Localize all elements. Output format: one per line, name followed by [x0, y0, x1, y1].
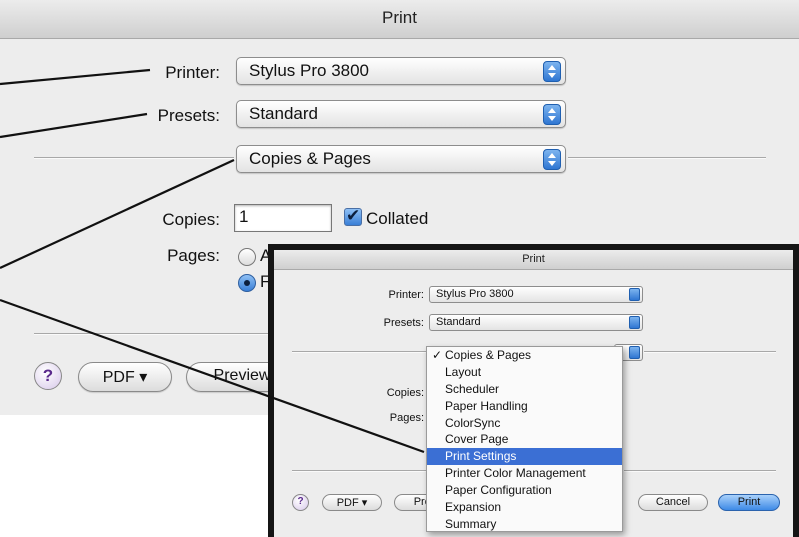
small-help-icon: ?: [297, 496, 304, 507]
title-bar: Print: [0, 0, 799, 39]
small-dialog-title: Print: [522, 253, 545, 265]
small-help-button[interactable]: ?: [292, 494, 309, 511]
presets-popup[interactable]: Standard: [236, 100, 566, 128]
pages-all-radio[interactable]: [238, 248, 256, 266]
popup-arrows-icon: [543, 104, 561, 125]
separator-bottom: [34, 333, 268, 335]
small-printer-value: Stylus Pro 3800: [436, 288, 514, 300]
small-printer-label: Printer:: [388, 289, 424, 301]
collated-checkbox[interactable]: [344, 206, 362, 226]
menu-item-label: ColorSync: [445, 415, 501, 430]
menu-item-layout[interactable]: Layout: [427, 364, 622, 381]
small-separator-bottom: [292, 470, 426, 472]
separator-left: [34, 157, 234, 159]
small-presets-label: Presets:: [383, 317, 424, 329]
small-presets-value: Standard: [436, 316, 481, 328]
collated-label: Collated: [366, 209, 429, 228]
printer-popup[interactable]: Stylus Pro 3800: [236, 57, 566, 85]
small-copies-label: Copies:: [386, 387, 424, 399]
small-printer-popup[interactable]: Stylus Pro 3800: [429, 286, 643, 303]
small-pages-label: Pages:: [389, 412, 424, 424]
small-presets-popup[interactable]: Standard: [429, 314, 643, 331]
popup-arrows-icon: [629, 346, 640, 359]
menu-item-scheduler[interactable]: Scheduler: [427, 381, 622, 398]
menu-item-label: Scheduler: [445, 381, 500, 396]
checkmark-icon: ✓: [432, 348, 443, 362]
copies-label: Copies:: [162, 210, 220, 229]
menu-item-cover-page[interactable]: Cover Page: [427, 431, 622, 448]
menu-item-label: Copies & Pages: [445, 348, 532, 362]
small-cancel-label: Cancel: [655, 496, 691, 508]
small-pdf-button[interactable]: PDF ▾: [322, 494, 382, 511]
small-print-button[interactable]: Print: [718, 494, 780, 511]
menu-item-label: Summary: [445, 516, 497, 531]
pdf-button[interactable]: PDF ▾: [78, 362, 172, 392]
popup-arrows-icon: [543, 61, 561, 82]
copies-value: 1: [239, 207, 249, 226]
help-icon: ?: [42, 366, 54, 385]
presets-label: Presets:: [157, 106, 220, 125]
copies-field[interactable]: 1: [234, 204, 332, 232]
dialog-title: Print: [382, 8, 417, 27]
menu-item-label: Paper Handling: [445, 398, 528, 413]
panel-value: Copies & Pages: [249, 149, 371, 168]
menu-item-label: Print Settings: [445, 449, 517, 464]
menu-item-printer-color-management[interactable]: Printer Color Management: [427, 465, 622, 482]
small-separator-bottom-right: [624, 470, 776, 472]
pages-label: Pages:: [167, 246, 220, 265]
printer-label: Printer:: [165, 63, 220, 82]
menu-item-label: Expansion: [445, 500, 502, 515]
popup-arrows-icon: [543, 149, 561, 170]
menu-item-copies-pages[interactable]: ✓ Copies & Pages: [427, 347, 622, 364]
menu-item-label: Paper Configuration: [445, 483, 552, 498]
presets-value: Standard: [249, 104, 318, 123]
menu-item-expansion[interactable]: Expansion: [427, 499, 622, 516]
small-separator-right: [644, 351, 776, 353]
popup-arrows-icon: [629, 316, 640, 329]
popup-arrows-icon: [629, 288, 640, 301]
print-dialog-small: Print Printer: Stylus Pro 3800 Presets: …: [274, 250, 793, 537]
separator-right: [568, 157, 766, 159]
menu-item-summary[interactable]: Summary: [427, 516, 622, 533]
menu-item-colorsync[interactable]: ColorSync: [427, 415, 622, 432]
printer-value: Stylus Pro 3800: [249, 61, 370, 80]
small-pdf-label: PDF ▾: [336, 497, 368, 509]
menu-item-paper-handling[interactable]: Paper Handling: [427, 398, 622, 415]
menu-item-label: Layout: [445, 364, 482, 379]
menu-item-print-settings[interactable]: Print Settings: [427, 448, 622, 466]
pdf-label: PDF ▾: [102, 369, 148, 386]
panel-popup[interactable]: Copies & Pages: [236, 145, 566, 173]
menu-item-label: Cover Page: [445, 432, 509, 447]
help-button[interactable]: ?: [34, 362, 62, 390]
menu-item-paper-configuration[interactable]: Paper Configuration: [427, 482, 622, 499]
menu-item-label: Printer Color Management: [445, 466, 586, 481]
pages-from-radio[interactable]: [238, 274, 256, 292]
small-title-bar: Print: [274, 250, 793, 270]
small-cancel-button[interactable]: Cancel: [638, 494, 708, 511]
panel-dropdown-menu: ✓ Copies & Pages Layout Scheduler Paper Hand…: [426, 346, 623, 532]
small-separator-left: [292, 351, 426, 353]
small-print-label: Print: [737, 496, 761, 508]
inset-frame: Print Printer: Stylus Pro 3800 Presets: …: [268, 244, 799, 537]
